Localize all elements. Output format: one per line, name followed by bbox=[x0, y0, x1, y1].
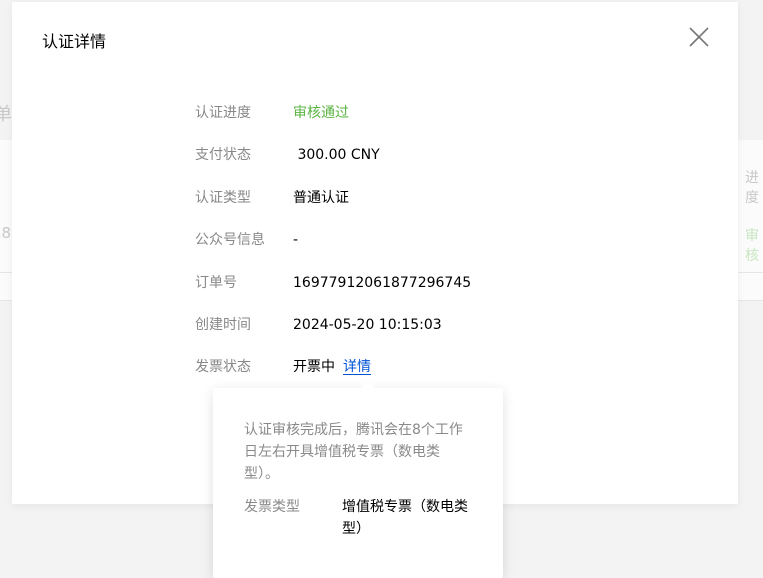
field-label: 认证类型 bbox=[195, 190, 251, 206]
field-value-wrap: 开票中 详情 bbox=[293, 357, 371, 377]
popover-description: 认证审核完成后，腾讯会在8个工作日左右开具增值税专票（数电类型）。 bbox=[244, 422, 463, 482]
field-label: 支付状态 bbox=[195, 147, 251, 163]
field-label: 发票状态 bbox=[195, 359, 251, 375]
popover-arrow bbox=[360, 381, 376, 389]
background-text: 审核 bbox=[745, 228, 759, 264]
field-value: 300.00 CNY bbox=[293, 147, 380, 163]
field-value: - bbox=[293, 232, 299, 248]
field-label: 创建时间 bbox=[195, 317, 251, 333]
field-value: 2024-05-20 10:15:03 bbox=[293, 317, 442, 333]
close-button[interactable] bbox=[684, 22, 714, 52]
invoice-status-value: 开票中 bbox=[293, 359, 335, 375]
dialog-title: 认证详情 bbox=[42, 32, 107, 51]
invoice-detail-link[interactable]: 详情 bbox=[343, 359, 371, 375]
field-label: 订单号 bbox=[195, 275, 237, 291]
field-label: 认证进度 bbox=[195, 105, 251, 121]
close-icon bbox=[689, 27, 709, 47]
field-label: 公众号信息 bbox=[195, 232, 265, 248]
invoice-detail-popover: 认证审核完成后，腾讯会在8个工作日左右开具增值税专票（数电类型）。 发票类型 增… bbox=[213, 388, 503, 578]
popover-label: 发票类型 bbox=[244, 499, 300, 515]
field-value: 16977912061877296745 bbox=[293, 275, 472, 291]
background-text: 进度 bbox=[745, 170, 759, 206]
field-value: 普通认证 bbox=[293, 190, 349, 206]
popover-value: 增值税专票（数电类型） bbox=[342, 499, 468, 537]
background-text: 18 bbox=[0, 224, 12, 242]
background-text: 单 bbox=[0, 104, 12, 125]
status-badge: 审核通过 bbox=[293, 105, 349, 121]
